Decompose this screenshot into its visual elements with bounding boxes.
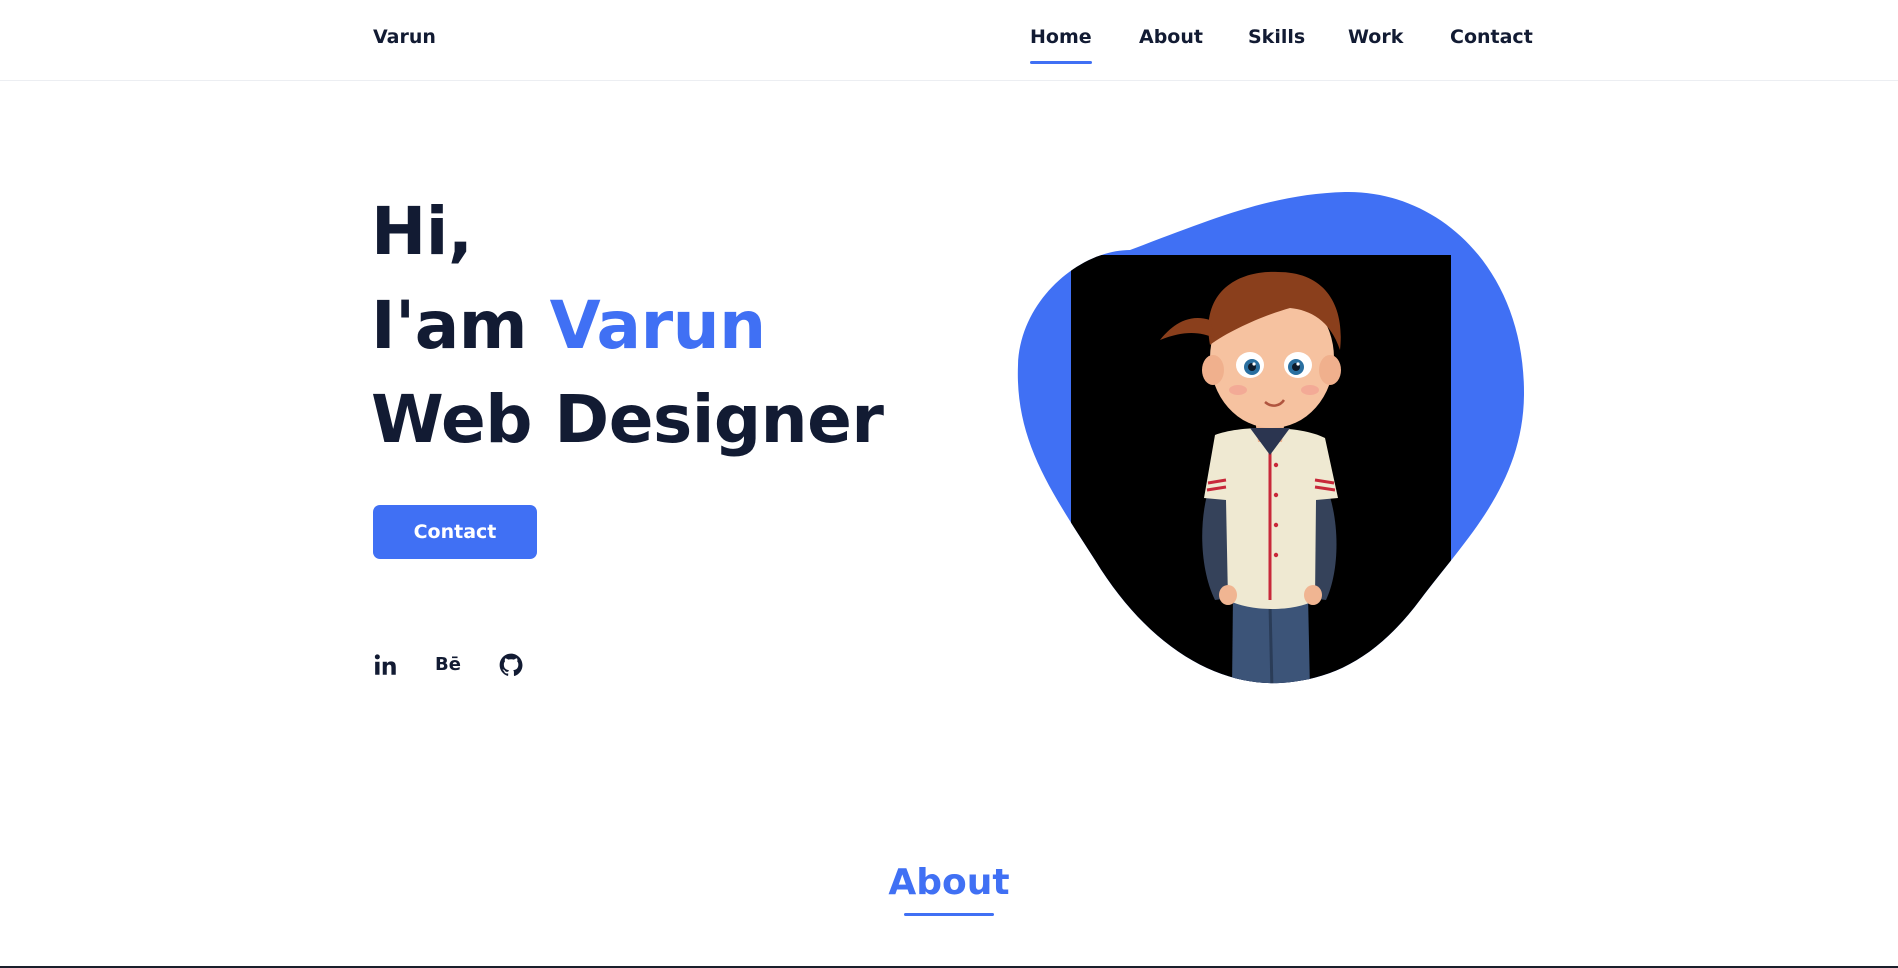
hero-intro: I'am [371, 287, 550, 364]
hero-title: Hi, I'am Varun Web Designer [371, 185, 884, 467]
nav-home[interactable]: Home [1030, 26, 1092, 64]
site-header: Varun Home About Skills Work Contact [0, 0, 1898, 81]
linkedin-icon[interactable] [373, 652, 401, 680]
contact-button[interactable]: Contact [373, 505, 537, 559]
nav-work[interactable]: Work [1348, 26, 1403, 48]
about-title-underline [904, 913, 994, 916]
hero-image-blob [1010, 180, 1540, 700]
behance-label: Bē [435, 654, 461, 675]
main-nav: Home About Skills Work Contact [0, 26, 1898, 66]
nav-contact[interactable]: Contact [1450, 26, 1533, 48]
about-section-title: About [888, 862, 1010, 903]
hero-name: Varun [549, 287, 767, 364]
github-icon[interactable] [498, 652, 526, 680]
blob-illustration [1017, 191, 1525, 684]
hero-greeting: Hi, [371, 193, 473, 270]
behance-icon[interactable]: Bē [435, 652, 463, 680]
nav-skills[interactable]: Skills [1248, 26, 1305, 48]
hero-role: Web Designer [371, 381, 884, 458]
nav-about[interactable]: About [1139, 26, 1203, 48]
